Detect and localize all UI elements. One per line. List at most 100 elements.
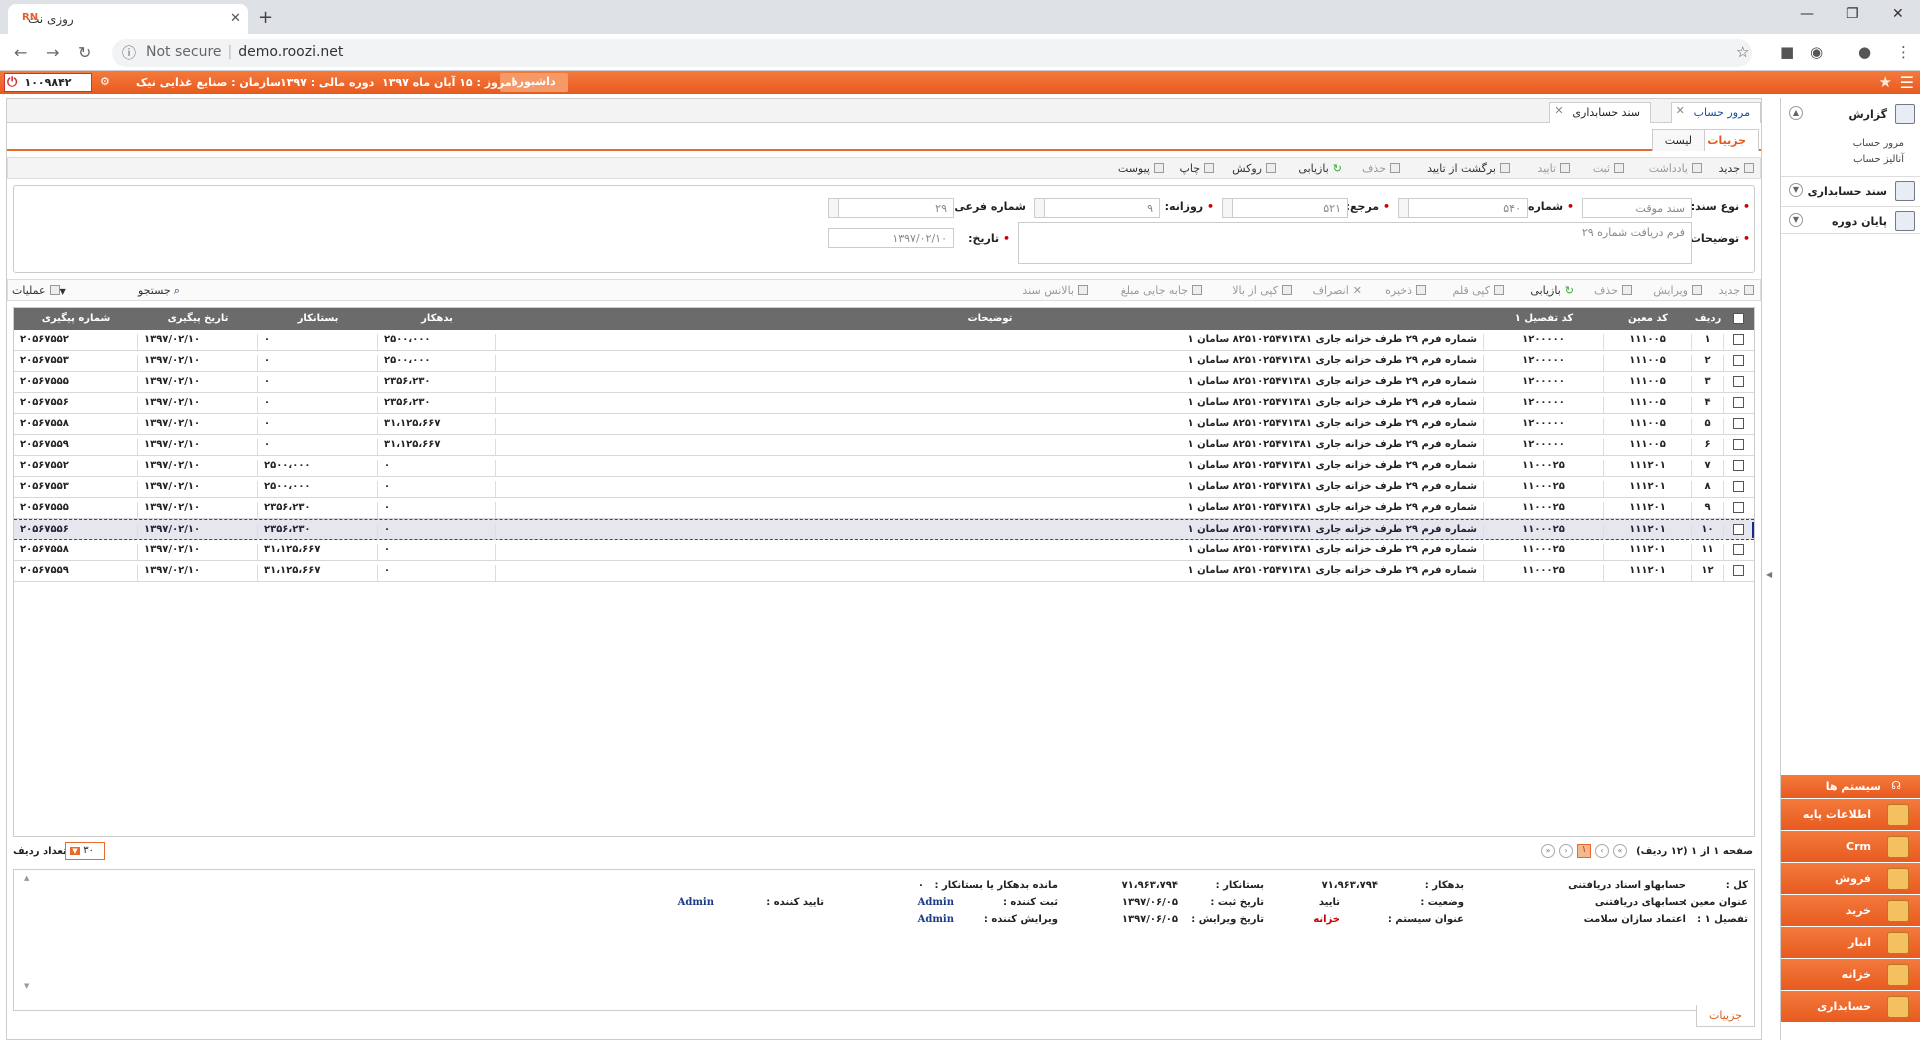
sidebar-doc[interactable]: سند حسابداری ▼ (1781, 176, 1920, 204)
sidebar-item-sales[interactable]: فروش (1781, 862, 1920, 894)
col-desc[interactable]: توضیحات (496, 313, 1484, 324)
row-checkbox[interactable] (1733, 397, 1744, 408)
scroll-up-icon[interactable]: ▲ (24, 874, 29, 882)
back-icon[interactable]: ← (14, 43, 27, 62)
prev-page-icon[interactable]: ‹ (1559, 844, 1573, 858)
grid-move-amount-button[interactable]: جابه جایی مبلغ (1121, 284, 1202, 297)
profile-icon[interactable]: ● (1858, 43, 1871, 61)
sidebar-period-end[interactable]: پایان دوره ▼ (1781, 206, 1920, 234)
daily-spinner[interactable] (1035, 199, 1045, 217)
ops-button[interactable]: ▼عملیات (12, 284, 70, 297)
browser-tab[interactable]: RN روزی نت ✕ (8, 4, 248, 34)
sidebar-item-purchase[interactable]: خرید (1781, 894, 1920, 926)
collapse-sidebar-icon[interactable]: ◀ (1766, 570, 1772, 579)
approve-button[interactable]: تایید (1537, 162, 1570, 175)
col-account[interactable]: کد معین (1604, 313, 1692, 324)
user-code-box[interactable]: ⏻ ۱۰۰۹۸۴۲ (4, 73, 92, 92)
cover-button[interactable]: روکش (1232, 162, 1276, 175)
ref-field[interactable]: ۵۲۱ (1222, 198, 1348, 218)
fiscal-year[interactable]: دوره مالی : ۱۳۹۷ (280, 76, 374, 89)
tab-list[interactable]: لیست (1651, 129, 1705, 151)
new-tab-icon[interactable]: + (258, 7, 273, 28)
grid-cancel-button[interactable]: ✕انصراف (1313, 284, 1362, 297)
search-button[interactable]: ⌕جستجو (138, 284, 180, 298)
scroll-down-icon[interactable]: ▼ (24, 982, 29, 990)
row-checkbox[interactable] (1733, 376, 1744, 387)
organization[interactable]: سازمان : صنایع غذایی نیک (136, 76, 281, 89)
table-row[interactable]: ۵ ۱۱۱۰۰۵ ۱۲۰۰۰۰۰ شماره فرم ۲۹ طرف خزانه جار… (14, 414, 1754, 435)
bookmark-star-icon[interactable]: ☆ (1736, 43, 1749, 61)
col-credit[interactable]: بستانکار (258, 313, 378, 324)
row-checkbox[interactable] (1733, 544, 1744, 555)
new-button[interactable]: جدید (1719, 162, 1754, 175)
table-row[interactable]: ۲ ۱۱۱۰۰۵ ۱۲۰۰۰۰۰ شماره فرم ۲۹ طرف خزانه جار… (14, 351, 1754, 372)
restore-icon[interactable]: ❐ (1846, 6, 1859, 22)
sidebar-item-accounting[interactable]: حسابداری (1781, 990, 1920, 1022)
row-checkbox[interactable] (1733, 460, 1744, 471)
extension-icon[interactable]: ■ (1780, 43, 1794, 61)
extension2-icon[interactable]: ◉ (1810, 43, 1823, 61)
delete-button[interactable]: حذف (1362, 162, 1400, 175)
table-row[interactable]: ۸ ۱۱۱۲۰۱ ۱۱۰۰۰۲۵ شماره فرم ۲۹ طرف خزانه جار… (14, 477, 1754, 498)
menu-dots-icon[interactable]: ⋮ (1896, 43, 1911, 61)
table-row[interactable]: ۴ ۱۱۱۰۰۵ ۱۲۰۰۰۰۰ شماره فرم ۲۹ طرف خزانه جار… (14, 393, 1754, 414)
current-page[interactable]: ۱ (1577, 844, 1591, 858)
chevron-up-icon[interactable]: ▲ (1789, 106, 1803, 120)
chevron-down-icon[interactable]: ▼ (1789, 183, 1803, 197)
row-checkbox[interactable] (1733, 502, 1744, 513)
unapprove-button[interactable]: برگشت از تایید (1427, 162, 1510, 175)
row-checkbox[interactable] (1733, 565, 1744, 576)
col-debit[interactable]: بدهکار (378, 313, 496, 324)
ref-spinner[interactable] (1223, 199, 1233, 217)
sidebar-item-base-info[interactable]: اطلاعات پایه (1781, 798, 1920, 830)
grid-refresh-button[interactable]: ↻بازیابی (1530, 284, 1574, 297)
note-button[interactable]: یادداشت (1649, 162, 1702, 175)
close-window-icon[interactable]: ✕ (1892, 6, 1904, 22)
tab-account-review[interactable]: مرور حساب ✕ (1670, 102, 1761, 123)
table-row[interactable]: ۹ ۱۱۱۲۰۱ ۱۱۰۰۰۲۵ شماره فرم ۲۹ طرف خزانه جار… (14, 498, 1754, 519)
table-row[interactable]: ۱۲ ۱۱۱۲۰۱ ۱۱۰۰۰۲۵ شماره فرم ۲۹ طرف خزانه جا… (14, 561, 1754, 582)
sidebar-item-account-analysis[interactable]: آنالیز حساب (1853, 154, 1904, 165)
grid-edit-button[interactable]: ویرایش (1653, 284, 1702, 297)
number-spinner[interactable] (1399, 199, 1409, 217)
table-row[interactable]: ۷ ۱۱۱۲۰۱ ۱۱۰۰۰۲۵ شماره فرم ۲۹ طرف خزانه جار… (14, 456, 1754, 477)
sidebar-item-warehouse[interactable]: انبار (1781, 926, 1920, 958)
forward-icon[interactable]: → (46, 43, 59, 62)
attach-button[interactable]: پیوست (1118, 162, 1164, 175)
number-field[interactable]: ۵۴۰ (1398, 198, 1528, 218)
sidebar-item-treasury[interactable]: خزانه (1781, 958, 1920, 990)
close-tab-icon[interactable]: ✕ (230, 11, 241, 26)
grid-copy-above-button[interactable]: کپی از بالا (1232, 284, 1292, 297)
date-field[interactable]: ۱۳۹۷/۰۲/۱۰ (828, 228, 954, 248)
select-all-checkbox[interactable] (1733, 313, 1744, 324)
row-checkbox[interactable] (1733, 418, 1744, 429)
row-checkbox[interactable] (1733, 334, 1744, 345)
row-checkbox[interactable] (1733, 439, 1744, 450)
grid-copy-pen-button[interactable]: کپی قلم (1453, 284, 1504, 297)
sub-number-spinner[interactable] (829, 199, 839, 217)
doc-type-field[interactable]: سند موقت (1582, 198, 1692, 218)
url-bar[interactable]: ⓘ Not secure | demo.roozi.net (112, 39, 1752, 67)
print-button[interactable]: چاپ (1179, 162, 1214, 175)
chevron-down-icon[interactable]: ▼ (1789, 213, 1803, 227)
grid-save-button[interactable]: ذخیره (1385, 284, 1426, 297)
minimize-icon[interactable]: — (1800, 6, 1814, 22)
grid-balance-button[interactable]: بالانس سند (1022, 284, 1088, 297)
first-page-icon[interactable]: « (1541, 844, 1555, 858)
table-row[interactable]: ۱۰ ۱۱۱۲۰۱ ۱۱۰۰۰۲۵ شماره فرم ۲۹ طرف خزانه جا… (14, 519, 1754, 540)
col-follow-no[interactable]: شماره پیگیری (14, 313, 138, 324)
row-checkbox[interactable] (1733, 524, 1744, 535)
table-row[interactable]: ۱۱ ۱۱۱۲۰۱ ۱۱۰۰۰۲۵ شماره فرم ۲۹ طرف خزانه جا… (14, 540, 1754, 561)
favorites-star-icon[interactable]: ★ (1879, 73, 1892, 91)
settings-icon[interactable]: ⚙ (100, 75, 110, 88)
close-icon[interactable]: ✕ (1554, 104, 1563, 117)
desc-field[interactable]: فرم دریافت شماره ۲۹ (1018, 222, 1692, 264)
col-follow-date[interactable]: تاریخ پیگیری (138, 313, 258, 324)
page-size-select[interactable]: ▼ ۳۰ (65, 842, 105, 860)
row-checkbox[interactable] (1733, 481, 1744, 492)
grid-new-button[interactable]: جدید (1719, 284, 1754, 297)
col-detail[interactable]: کد تفصیل ۱ (1484, 313, 1604, 324)
refresh-button[interactable]: ↻بازیابی (1298, 162, 1342, 175)
tab-accounting-doc[interactable]: سند حسابداری ✕ (1549, 102, 1651, 123)
daily-field[interactable]: ۹ (1034, 198, 1160, 218)
